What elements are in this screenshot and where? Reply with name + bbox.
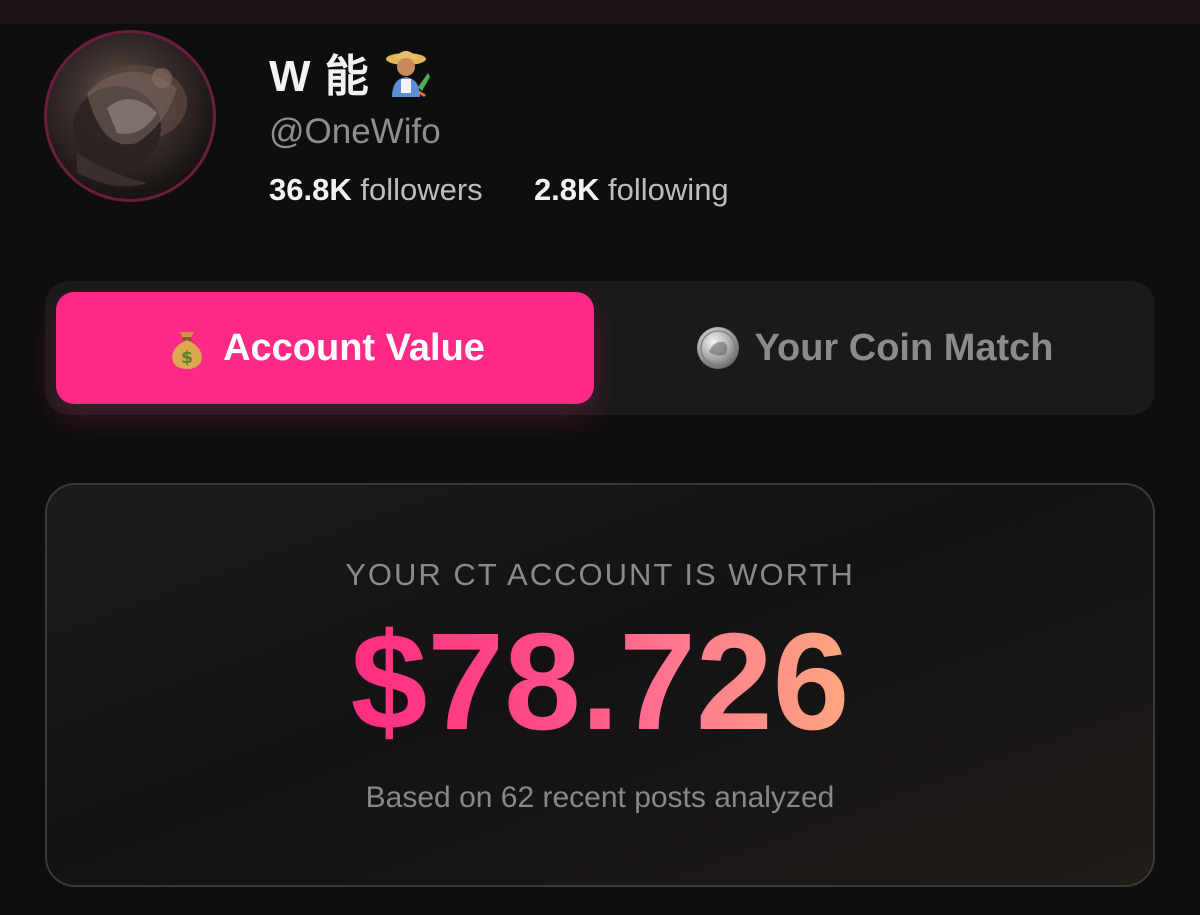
follow-stats: 36.8K followers 2.8K following <box>269 172 729 208</box>
tab-switcher: $ Account Value Your Coin Match <box>45 281 1155 415</box>
farmer-icon <box>384 47 430 97</box>
tab-label: Account Value <box>223 326 485 369</box>
tab-coin-match[interactable]: Your Coin Match <box>605 292 1145 404</box>
display-name: W 能 <box>269 52 370 101</box>
account-value-text: $78.726 <box>350 605 850 759</box>
tab-account-value[interactable]: $ Account Value <box>56 292 594 404</box>
moneybag-icon: $ <box>165 326 209 370</box>
top-bar <box>0 0 1200 24</box>
handle: @OneWifo <box>269 112 441 151</box>
svg-text:$: $ <box>181 348 193 368</box>
analysis-note: Based on 62 recent posts analyzed <box>365 781 835 814</box>
following-count: 2.8K <box>533 172 600 207</box>
followers-label: followers <box>360 172 483 207</box>
following-label: following <box>608 172 729 207</box>
card-heading: YOUR CT ACCOUNT IS WORTH <box>345 557 855 592</box>
tab-label: Your Coin Match <box>754 326 1054 369</box>
account-value-card: YOUR CT ACCOUNT IS WORTH $78.726 Based o… <box>45 483 1155 887</box>
name-row: W 能 <box>269 40 430 104</box>
followers-count: 36.8K <box>269 172 352 207</box>
account-value: $78.726 <box>47 613 1153 751</box>
coin-icon <box>696 326 740 370</box>
avatar[interactable] <box>44 30 216 202</box>
